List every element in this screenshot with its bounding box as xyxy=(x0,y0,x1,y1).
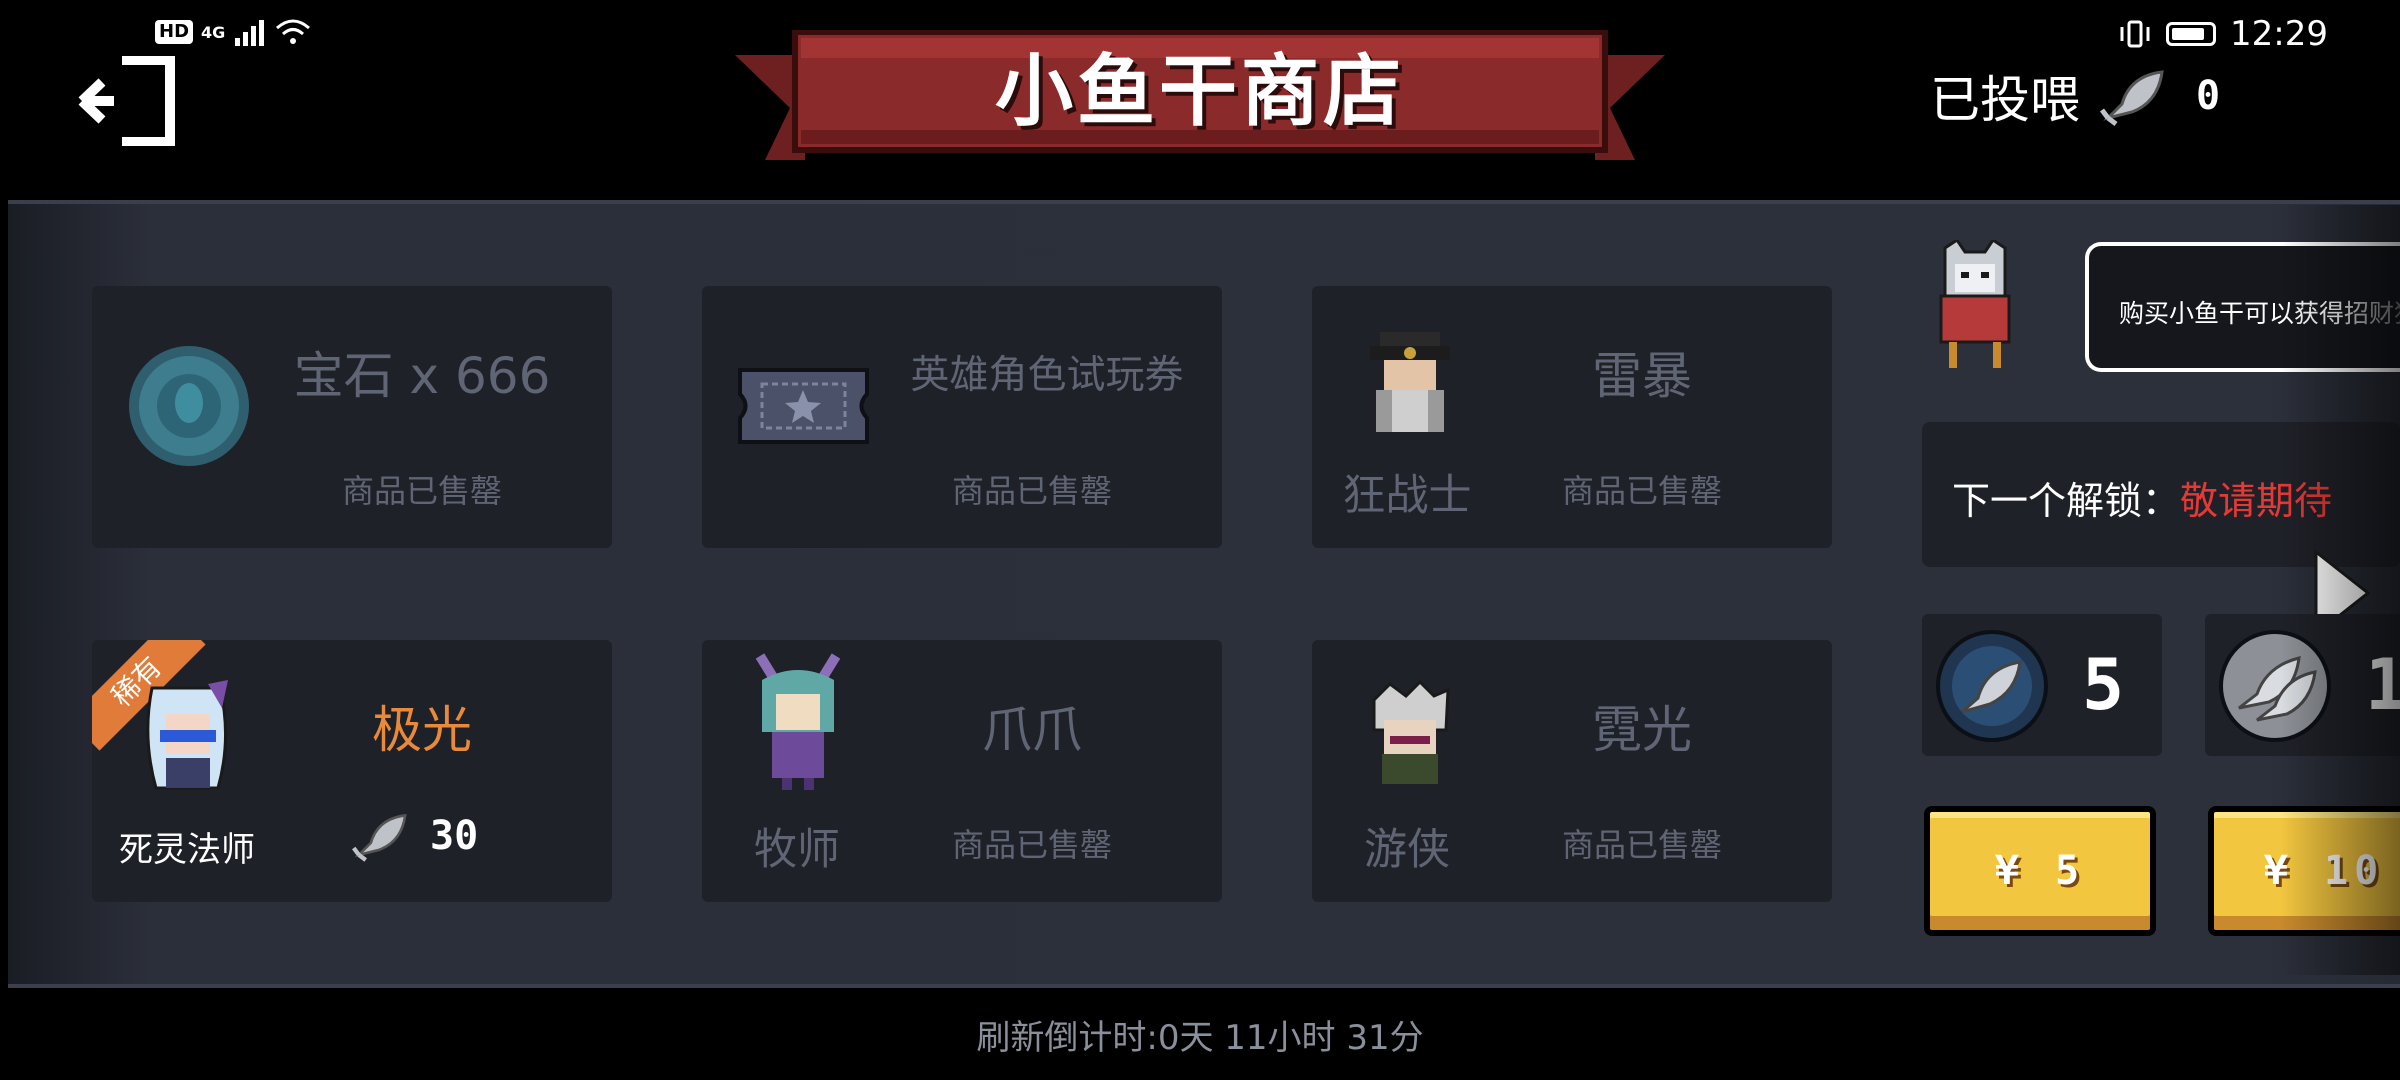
pack-count: 5 xyxy=(2082,644,2125,726)
signal-icon xyxy=(235,20,265,46)
refresh-countdown: 刷新倒计时:0天 11小时 31分 xyxy=(976,1018,1424,1058)
sold-out-label: 商品已售罄 xyxy=(341,472,502,510)
item-title: 爪爪 xyxy=(982,701,1082,759)
bubble-fade xyxy=(2335,246,2400,368)
priest-icon xyxy=(755,653,841,790)
vibrate-icon xyxy=(2120,20,2150,48)
fed-label: 已投喂 xyxy=(1930,71,2080,129)
fish-plate-icon xyxy=(1936,630,2048,742)
wifi-icon xyxy=(276,19,311,44)
ticket-icon xyxy=(738,368,869,444)
pack-count: 10 xyxy=(2365,644,2400,726)
fish-pack-small: 5 xyxy=(1922,614,2162,756)
hero-class-label: 牧师 xyxy=(754,825,840,875)
hero-class-label: 游侠 xyxy=(1364,825,1450,875)
price-tag: 30 xyxy=(352,810,478,862)
item-title: 霓光 xyxy=(1592,701,1692,759)
speech-bubble: 购买小鱼干可以获得招财猫 xyxy=(2085,242,2400,372)
shop-item-necromancer[interactable]: 稀有 死灵法师 极光 30 xyxy=(92,640,612,902)
fed-counter: 已投喂 0 xyxy=(1930,60,2220,132)
clock: 12:29 xyxy=(2230,14,2328,54)
status-bar-left: HD 4G xyxy=(155,18,311,46)
next-unlock-value: 敬请期待 xyxy=(2180,479,2333,523)
fed-count: 0 xyxy=(2196,73,2221,119)
shop-item-priest[interactable]: 牧师 爪爪 商品已售罄 xyxy=(702,640,1222,902)
hero-class-label: 狂战士 xyxy=(1342,471,1472,521)
ranger-icon xyxy=(1372,680,1450,784)
next-unlock-box: 下一个解锁：敬请期待 xyxy=(1922,422,2400,567)
item-title: 英雄角色试玩券 xyxy=(910,353,1184,398)
sold-out-label: 商品已售罄 xyxy=(1561,472,1722,510)
berserker-icon xyxy=(1370,332,1450,432)
exit-button[interactable] xyxy=(78,56,178,146)
sold-out-label: 商品已售罄 xyxy=(1561,826,1722,864)
shop-item-trial-ticket[interactable]: 英雄角色试玩券 商品已售罄 xyxy=(702,286,1222,548)
buy-large-pack-button[interactable]: ¥ 10 xyxy=(2208,806,2400,936)
item-title: 极光 xyxy=(372,701,472,759)
fish-pack-large: 10 xyxy=(2205,614,2400,756)
shop-item-gems[interactable]: 宝石 x 666 商品已售罄 xyxy=(92,286,612,548)
sold-out-label: 商品已售罄 xyxy=(951,472,1112,510)
network-label: 4G xyxy=(201,22,226,42)
shop-item-berserker[interactable]: 狂战士 雷暴 商品已售罄 xyxy=(1312,286,1832,548)
status-bar-right: 12:29 xyxy=(2118,14,2328,54)
gem-coin-icon xyxy=(129,346,249,466)
hd-badge: HD xyxy=(155,20,194,44)
battery-icon xyxy=(2166,22,2217,46)
price-value: 30 xyxy=(430,813,479,859)
fish-bundle-icon xyxy=(2219,630,2331,742)
page-title: 小鱼干商店 xyxy=(994,47,1405,137)
buy-small-pack-button[interactable]: ¥ 5 xyxy=(1924,806,2156,936)
item-title: 雷暴 xyxy=(1592,347,1692,405)
next-unlock-label: 下一个解锁： xyxy=(1952,479,2181,523)
fortune-cat-icon xyxy=(1939,240,2011,368)
necromancer-icon xyxy=(146,680,228,790)
hero-class-label: 死灵法师 xyxy=(119,830,255,870)
sold-out-label: 商品已售罄 xyxy=(951,826,1112,864)
shop-item-ranger[interactable]: 游侠 霓光 商品已售罄 xyxy=(1312,640,1832,902)
dried-fish-icon xyxy=(2100,70,2164,126)
dried-fish-icon xyxy=(352,813,407,862)
item-title: 宝石 x 666 xyxy=(293,347,551,405)
next-unlock-text: 下一个解锁：敬请期待 xyxy=(1952,470,2332,525)
